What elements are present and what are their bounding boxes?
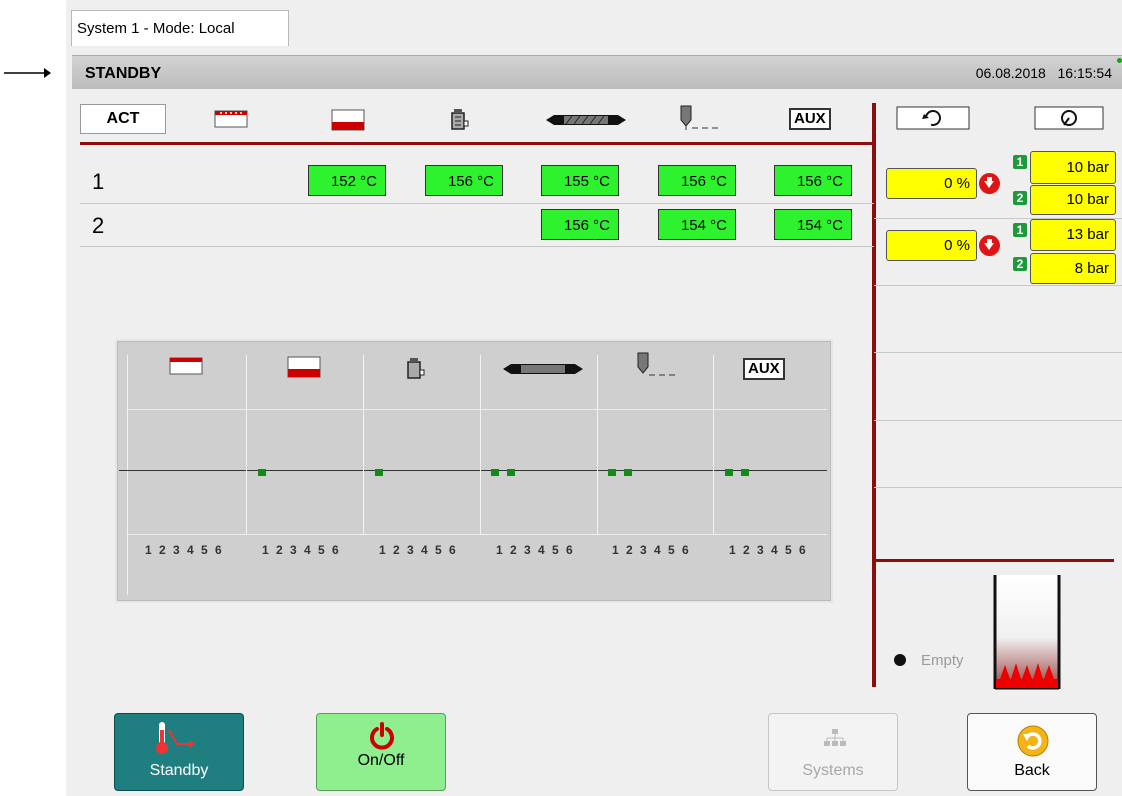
aux-icon[interactable]: AUX (789, 108, 831, 130)
screw-barrel-icon (503, 364, 583, 374)
date-time: 06.08.2018 16:15:54 (975, 65, 1112, 81)
nozzle-probe-icon[interactable] (676, 104, 720, 134)
temp-value[interactable]: 156 °C (658, 165, 736, 196)
row-divider (874, 487, 1122, 488)
temp-value[interactable]: 152 °C (308, 165, 386, 196)
zone-graph-panel: AUX 1 2 3 4 5 6 1 2 3 4 5 6 1 2 3 4 5 6 … (115, 339, 833, 603)
back-arrow-icon (1017, 725, 1049, 757)
power-icon (370, 722, 394, 750)
app-window: System 1 - Mode: Local STANDBY 06.08.201… (66, 0, 1122, 796)
zone-marker (608, 469, 616, 476)
pressure-gauge-icon[interactable] (1034, 106, 1104, 130)
zone-marker (375, 469, 383, 476)
pressure-value[interactable]: 10 bar (1030, 185, 1116, 215)
channel-numbers: 1 2 3 4 5 6 (262, 543, 341, 557)
pressure-value[interactable]: 13 bar (1030, 219, 1116, 251)
zone-row-1-label: 1 (92, 169, 105, 194)
channel-numbers: 1 2 3 4 5 6 (612, 543, 691, 557)
act-button[interactable]: ACT (80, 104, 166, 134)
header-divider (80, 142, 874, 145)
filter-canister-icon[interactable] (448, 108, 472, 138)
row-divider (874, 352, 1122, 353)
temp-value[interactable]: 154 °C (774, 209, 852, 240)
pointer-arrow-icon (4, 68, 51, 78)
aux-icon: AUX (743, 358, 785, 380)
thermometer-standby-icon (156, 722, 195, 754)
nozzle-probe-icon (637, 352, 675, 376)
channel-2-icon: 2 (1013, 191, 1027, 205)
filter-canister-icon (407, 358, 425, 379)
channel-1-icon: 1 (1013, 155, 1027, 169)
screw-barrel-icon[interactable] (546, 112, 626, 142)
manifold-heater-icon (169, 357, 203, 375)
status-led-icon (1117, 58, 1122, 63)
zone-marker (741, 469, 749, 476)
row-divider (80, 246, 874, 247)
zone-marker (258, 469, 266, 476)
pressure-value[interactable]: 8 bar (1030, 253, 1116, 284)
row-divider (80, 203, 874, 204)
zone-marker (624, 469, 632, 476)
zone-marker (725, 469, 733, 476)
channel-numbers: 1 2 3 4 5 6 (145, 543, 224, 557)
machine-state: STANDBY (85, 65, 162, 82)
channel-1-icon: 1 (1013, 223, 1027, 237)
temp-value[interactable]: 156 °C (774, 165, 852, 196)
right-panel-divider (872, 103, 876, 687)
back-button[interactable]: Back (967, 713, 1097, 791)
nozzle-tip-heater-icon (287, 356, 321, 378)
temp-value[interactable]: 156 °C (425, 165, 503, 196)
empty-indicator-icon (894, 654, 906, 666)
on-off-button[interactable]: On/Off (316, 713, 446, 791)
zone-row-2-label: 2 (92, 213, 105, 238)
pressure-value[interactable]: 10 bar (1030, 151, 1116, 184)
manifold-heater-icon[interactable] (214, 108, 250, 138)
graph-baseline (119, 470, 827, 471)
temp-value[interactable]: 155 °C (541, 165, 619, 196)
status-bar: STANDBY 06.08.2018 16:15:54 (72, 55, 1122, 89)
temp-value[interactable]: 154 °C (658, 209, 736, 240)
pressure-percent[interactable]: 0 % (886, 230, 977, 261)
arrow-down-icon (979, 173, 1000, 194)
zone-marker (507, 469, 515, 476)
row-divider (874, 420, 1122, 421)
standby-button[interactable]: Standby (114, 713, 244, 791)
channel-2-icon: 2 (1013, 257, 1027, 271)
channel-numbers: 1 2 3 4 5 6 (379, 543, 458, 557)
nozzle-tip-heater-icon[interactable] (331, 108, 367, 138)
network-icon (824, 729, 846, 746)
channel-numbers: 1 2 3 4 5 6 (729, 543, 808, 557)
systems-button[interactable]: Systems (768, 713, 898, 791)
refresh-icon[interactable] (896, 106, 970, 130)
row-divider (874, 285, 1122, 286)
tab-system-1[interactable]: System 1 - Mode: Local (71, 10, 289, 46)
channel-numbers: 1 2 3 4 5 6 (496, 543, 575, 557)
material-tank-icon (993, 575, 1061, 690)
arrow-down-icon (979, 235, 1000, 256)
pressure-percent[interactable]: 0 % (886, 168, 977, 199)
zone-marker (491, 469, 499, 476)
temp-value[interactable]: 156 °C (541, 209, 619, 240)
tank-divider (874, 559, 1114, 562)
empty-label: Empty (921, 652, 964, 669)
